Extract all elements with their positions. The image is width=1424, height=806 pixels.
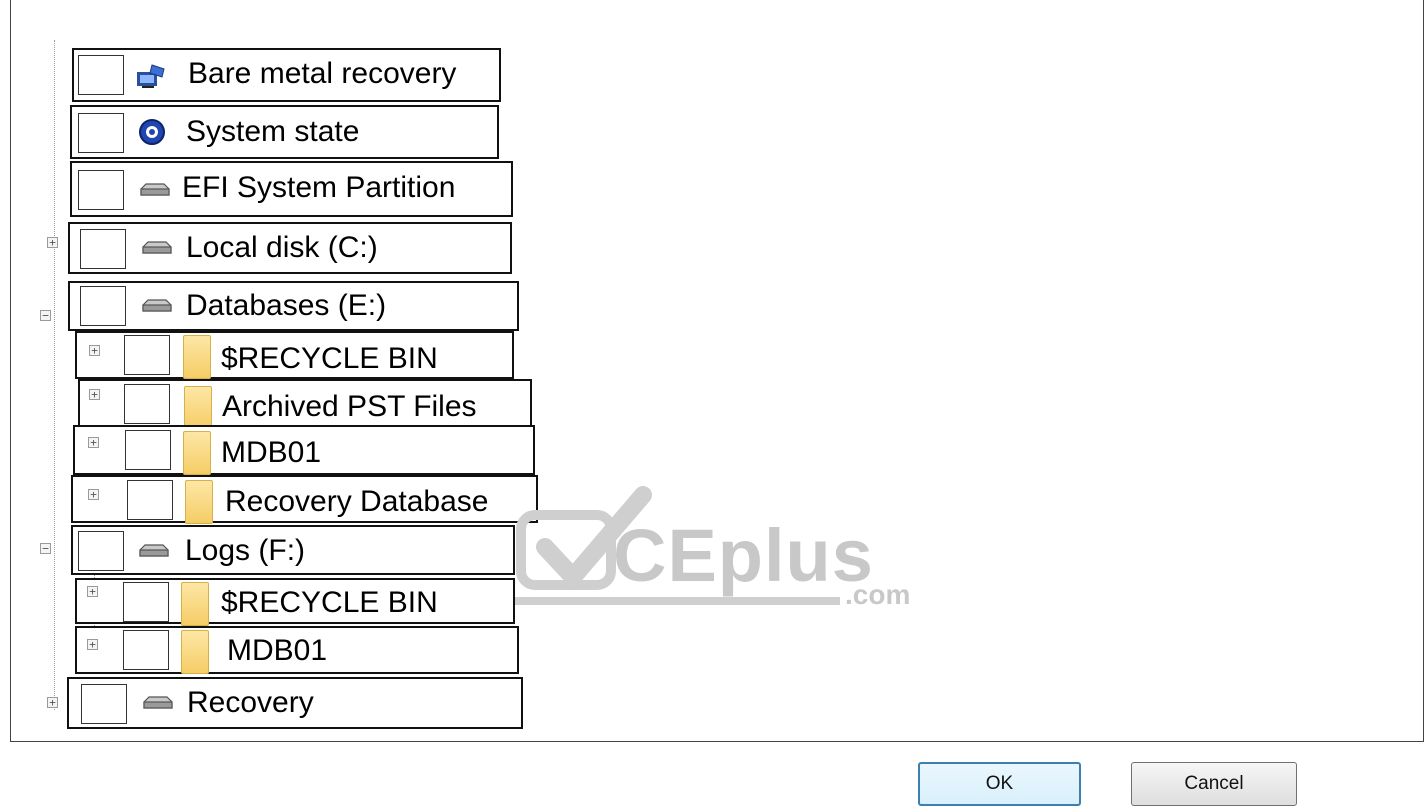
drive-icon: [138, 183, 172, 204]
folder-icon: [185, 480, 213, 524]
drive-icon: [140, 241, 174, 262]
tree-item-label: Archived PST Files: [222, 390, 477, 423]
watermark-brand: CEplus: [613, 514, 874, 597]
expand-toggle-icon[interactable]: +: [87, 586, 98, 597]
system-state-icon: [138, 118, 166, 151]
checkbox[interactable]: [78, 531, 124, 571]
tree-item-recovery-database[interactable]: + Recovery Database: [71, 475, 538, 524]
folder-icon: [181, 630, 209, 674]
tree-item-system-state[interactable]: System state: [70, 105, 499, 159]
checkbox[interactable]: [124, 384, 170, 424]
tree-item-label: EFI System Partition: [182, 171, 456, 204]
tree-item-label: Databases (E:): [186, 289, 387, 322]
folder-icon: [183, 431, 211, 475]
tree-item-recovery[interactable]: Recovery: [67, 677, 523, 729]
bare-metal-icon: [136, 63, 166, 94]
collapse-toggle-icon[interactable]: −: [40, 310, 51, 321]
tree-item-label: MDB01: [221, 436, 322, 469]
checkbox[interactable]: [80, 286, 126, 326]
checkbox[interactable]: [127, 480, 173, 520]
watermark: CEplus .com: [515, 485, 940, 610]
tree-item-label: Local disk (C:): [186, 231, 378, 264]
tree-item-label: Recovery: [187, 686, 314, 719]
checkbox[interactable]: [125, 430, 171, 470]
expand-toggle-icon[interactable]: +: [87, 639, 98, 650]
ok-button[interactable]: OK: [918, 762, 1081, 806]
tree-item-label: System state: [186, 115, 360, 148]
drive-icon: [141, 696, 175, 717]
tree-item-recycle-bin[interactable]: + $RECYCLE BIN: [75, 331, 514, 379]
checkbox[interactable]: [78, 170, 124, 210]
collapse-toggle-icon[interactable]: −: [40, 543, 51, 554]
tree-item-mdb01[interactable]: + MDB01: [73, 425, 535, 475]
expand-toggle-icon[interactable]: +: [89, 345, 100, 356]
tree-item-label: $RECYCLE BIN: [221, 586, 438, 619]
tree-item-recycle-bin[interactable]: + $RECYCLE BIN: [75, 578, 515, 626]
checkbox[interactable]: [78, 113, 124, 153]
tree-item-archived-pst-files[interactable]: + Archived PST Files: [78, 379, 532, 430]
expand-toggle-icon[interactable]: +: [47, 237, 58, 248]
watermark-suffix: .com: [845, 579, 911, 610]
tree-item-label: Recovery Database: [225, 485, 489, 518]
tree-item-bare-metal-recovery[interactable]: Bare metal recovery: [72, 48, 501, 102]
checkbox[interactable]: [80, 229, 126, 269]
tree-item-efi-system-partition[interactable]: EFI System Partition: [70, 161, 513, 217]
tree-item-mdb01[interactable]: + MDB01: [75, 626, 519, 674]
drive-icon: [137, 544, 171, 565]
tree-item-label: Bare metal recovery: [188, 57, 457, 90]
cancel-button[interactable]: Cancel: [1131, 762, 1297, 806]
expand-toggle-icon[interactable]: +: [89, 389, 100, 400]
checkbox[interactable]: [123, 582, 169, 622]
checkbox[interactable]: [81, 684, 127, 724]
expand-toggle-icon[interactable]: +: [88, 437, 99, 448]
tree-connector-line: [54, 40, 55, 710]
folder-icon: [181, 582, 209, 626]
expand-toggle-icon[interactable]: +: [88, 489, 99, 500]
tree-item-local-disk-c[interactable]: Local disk (C:): [68, 222, 512, 274]
checkbox[interactable]: [124, 335, 170, 375]
folder-icon: [183, 335, 211, 379]
checkbox[interactable]: [78, 55, 124, 95]
tree-item-logs-f[interactable]: Logs (F:): [71, 525, 515, 575]
tree-item-label: $RECYCLE BIN: [221, 342, 438, 375]
expand-toggle-icon[interactable]: +: [47, 697, 58, 708]
folder-icon: [184, 386, 212, 430]
tree-item-label: MDB01: [227, 634, 328, 667]
drive-icon: [140, 299, 174, 320]
checkbox[interactable]: [123, 630, 169, 670]
tree-item-databases-e[interactable]: Databases (E:): [68, 281, 519, 331]
tree-item-label: Logs (F:): [185, 534, 306, 567]
